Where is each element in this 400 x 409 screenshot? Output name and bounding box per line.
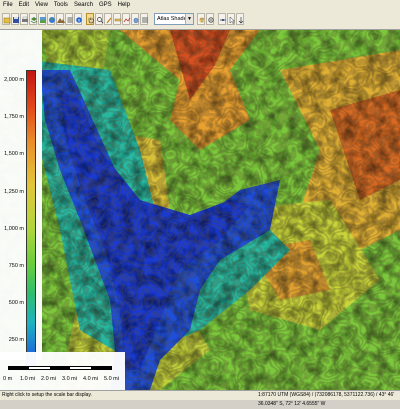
- folder-icon: [3, 17, 11, 24]
- scale-label: 3.0 mi: [62, 376, 77, 382]
- status-bar: Right click to setup the scale bar displ…: [0, 390, 400, 407]
- legend-label: 1,250 m: [4, 189, 24, 195]
- info-icon: [76, 17, 82, 23]
- menu-search[interactable]: Search: [71, 0, 96, 10]
- shader-options-button[interactable]: [197, 13, 205, 25]
- map-canvas[interactable]: [0, 30, 400, 390]
- menu-gps[interactable]: GPS: [96, 0, 115, 10]
- legend-label: 1,500 m: [4, 151, 24, 157]
- globe-icon: [49, 17, 55, 23]
- elevation-legend[interactable]: 2,000 m 1,750 m 1,500 m 1,250 m 1,000 m …: [0, 30, 42, 374]
- status-hint: Right click to setup the scale bar displ…: [2, 392, 92, 398]
- legend-label: 1,750 m: [4, 114, 24, 120]
- config-button[interactable]: [206, 13, 214, 25]
- grid-icon: [67, 17, 73, 23]
- layer-control-button[interactable]: [140, 13, 148, 25]
- layers-button[interactable]: [29, 13, 38, 25]
- legend-label: 500 m: [8, 300, 24, 306]
- pan-tool-button[interactable]: [86, 13, 94, 25]
- path-profile-button[interactable]: [122, 13, 131, 25]
- globe-button[interactable]: [47, 13, 55, 25]
- arrow-tool-button[interactable]: [227, 13, 236, 25]
- menu-view[interactable]: View: [32, 0, 51, 10]
- status-coordinates: 1:87170 UTM (WGS84) / (732086178, 537112…: [258, 392, 395, 407]
- print-button[interactable]: [20, 13, 28, 25]
- magnifier-icon: [97, 17, 104, 24]
- scale-label: 4.0 mi: [83, 376, 98, 382]
- printer-icon: [22, 16, 28, 22]
- menu-edit[interactable]: Edit: [16, 0, 32, 10]
- pointer-icon: [238, 17, 244, 24]
- map-button[interactable]: [38, 13, 46, 25]
- layers-icon: [30, 17, 38, 24]
- list-icon: [142, 17, 148, 23]
- zoom-button[interactable]: [95, 13, 104, 25]
- dem-button[interactable]: [56, 13, 65, 25]
- cube-icon: [133, 17, 139, 24]
- legend-label: 250 m: [8, 337, 24, 343]
- scale-label: 5.0 mi: [104, 376, 119, 382]
- save-button[interactable]: [11, 13, 19, 25]
- menu-file[interactable]: File: [0, 0, 16, 10]
- grid-button[interactable]: [65, 13, 73, 25]
- view-3d-button[interactable]: [131, 13, 139, 25]
- shader-value: Atlas Shader: [157, 16, 189, 22]
- chevron-down-icon: ▼: [185, 14, 193, 24]
- menu-help[interactable]: Help: [115, 0, 133, 10]
- shader-select[interactable]: Atlas Shader ▼: [154, 13, 194, 25]
- toolbar: Atlas Shader ▼: [0, 10, 400, 30]
- menu-tools[interactable]: Tools: [51, 0, 71, 10]
- map-icon: [40, 17, 46, 23]
- scale-label: 1.0 mi: [20, 376, 35, 382]
- cursor-icon: [229, 16, 236, 24]
- hand-icon: [88, 17, 94, 24]
- measure-button[interactable]: [113, 13, 122, 25]
- scale-bar-panel[interactable]: [0, 352, 125, 390]
- gps-button[interactable]: [218, 13, 226, 25]
- scale-bar: [8, 366, 112, 370]
- elevation-color-bar: [26, 70, 36, 372]
- ruler-icon: [114, 18, 122, 22]
- scale-label: 0 m: [3, 376, 13, 382]
- palette-icon: [199, 17, 205, 23]
- legend-label: 750 m: [8, 263, 24, 269]
- feature-info-button[interactable]: [236, 13, 244, 25]
- open-file-button[interactable]: [2, 13, 11, 25]
- legend-label: 2,000 m: [4, 77, 24, 83]
- disk-icon: [13, 17, 19, 23]
- scale-label: 2.0 mi: [41, 376, 56, 382]
- pencil-icon: [106, 17, 112, 24]
- info-button[interactable]: [74, 13, 82, 25]
- profile-icon: [123, 17, 131, 23]
- satellite-icon: [220, 19, 226, 21]
- digitize-button[interactable]: [104, 13, 112, 25]
- gear-icon: [208, 17, 214, 23]
- legend-label: 1,000 m: [4, 226, 24, 232]
- terrain-icon: [57, 18, 65, 23]
